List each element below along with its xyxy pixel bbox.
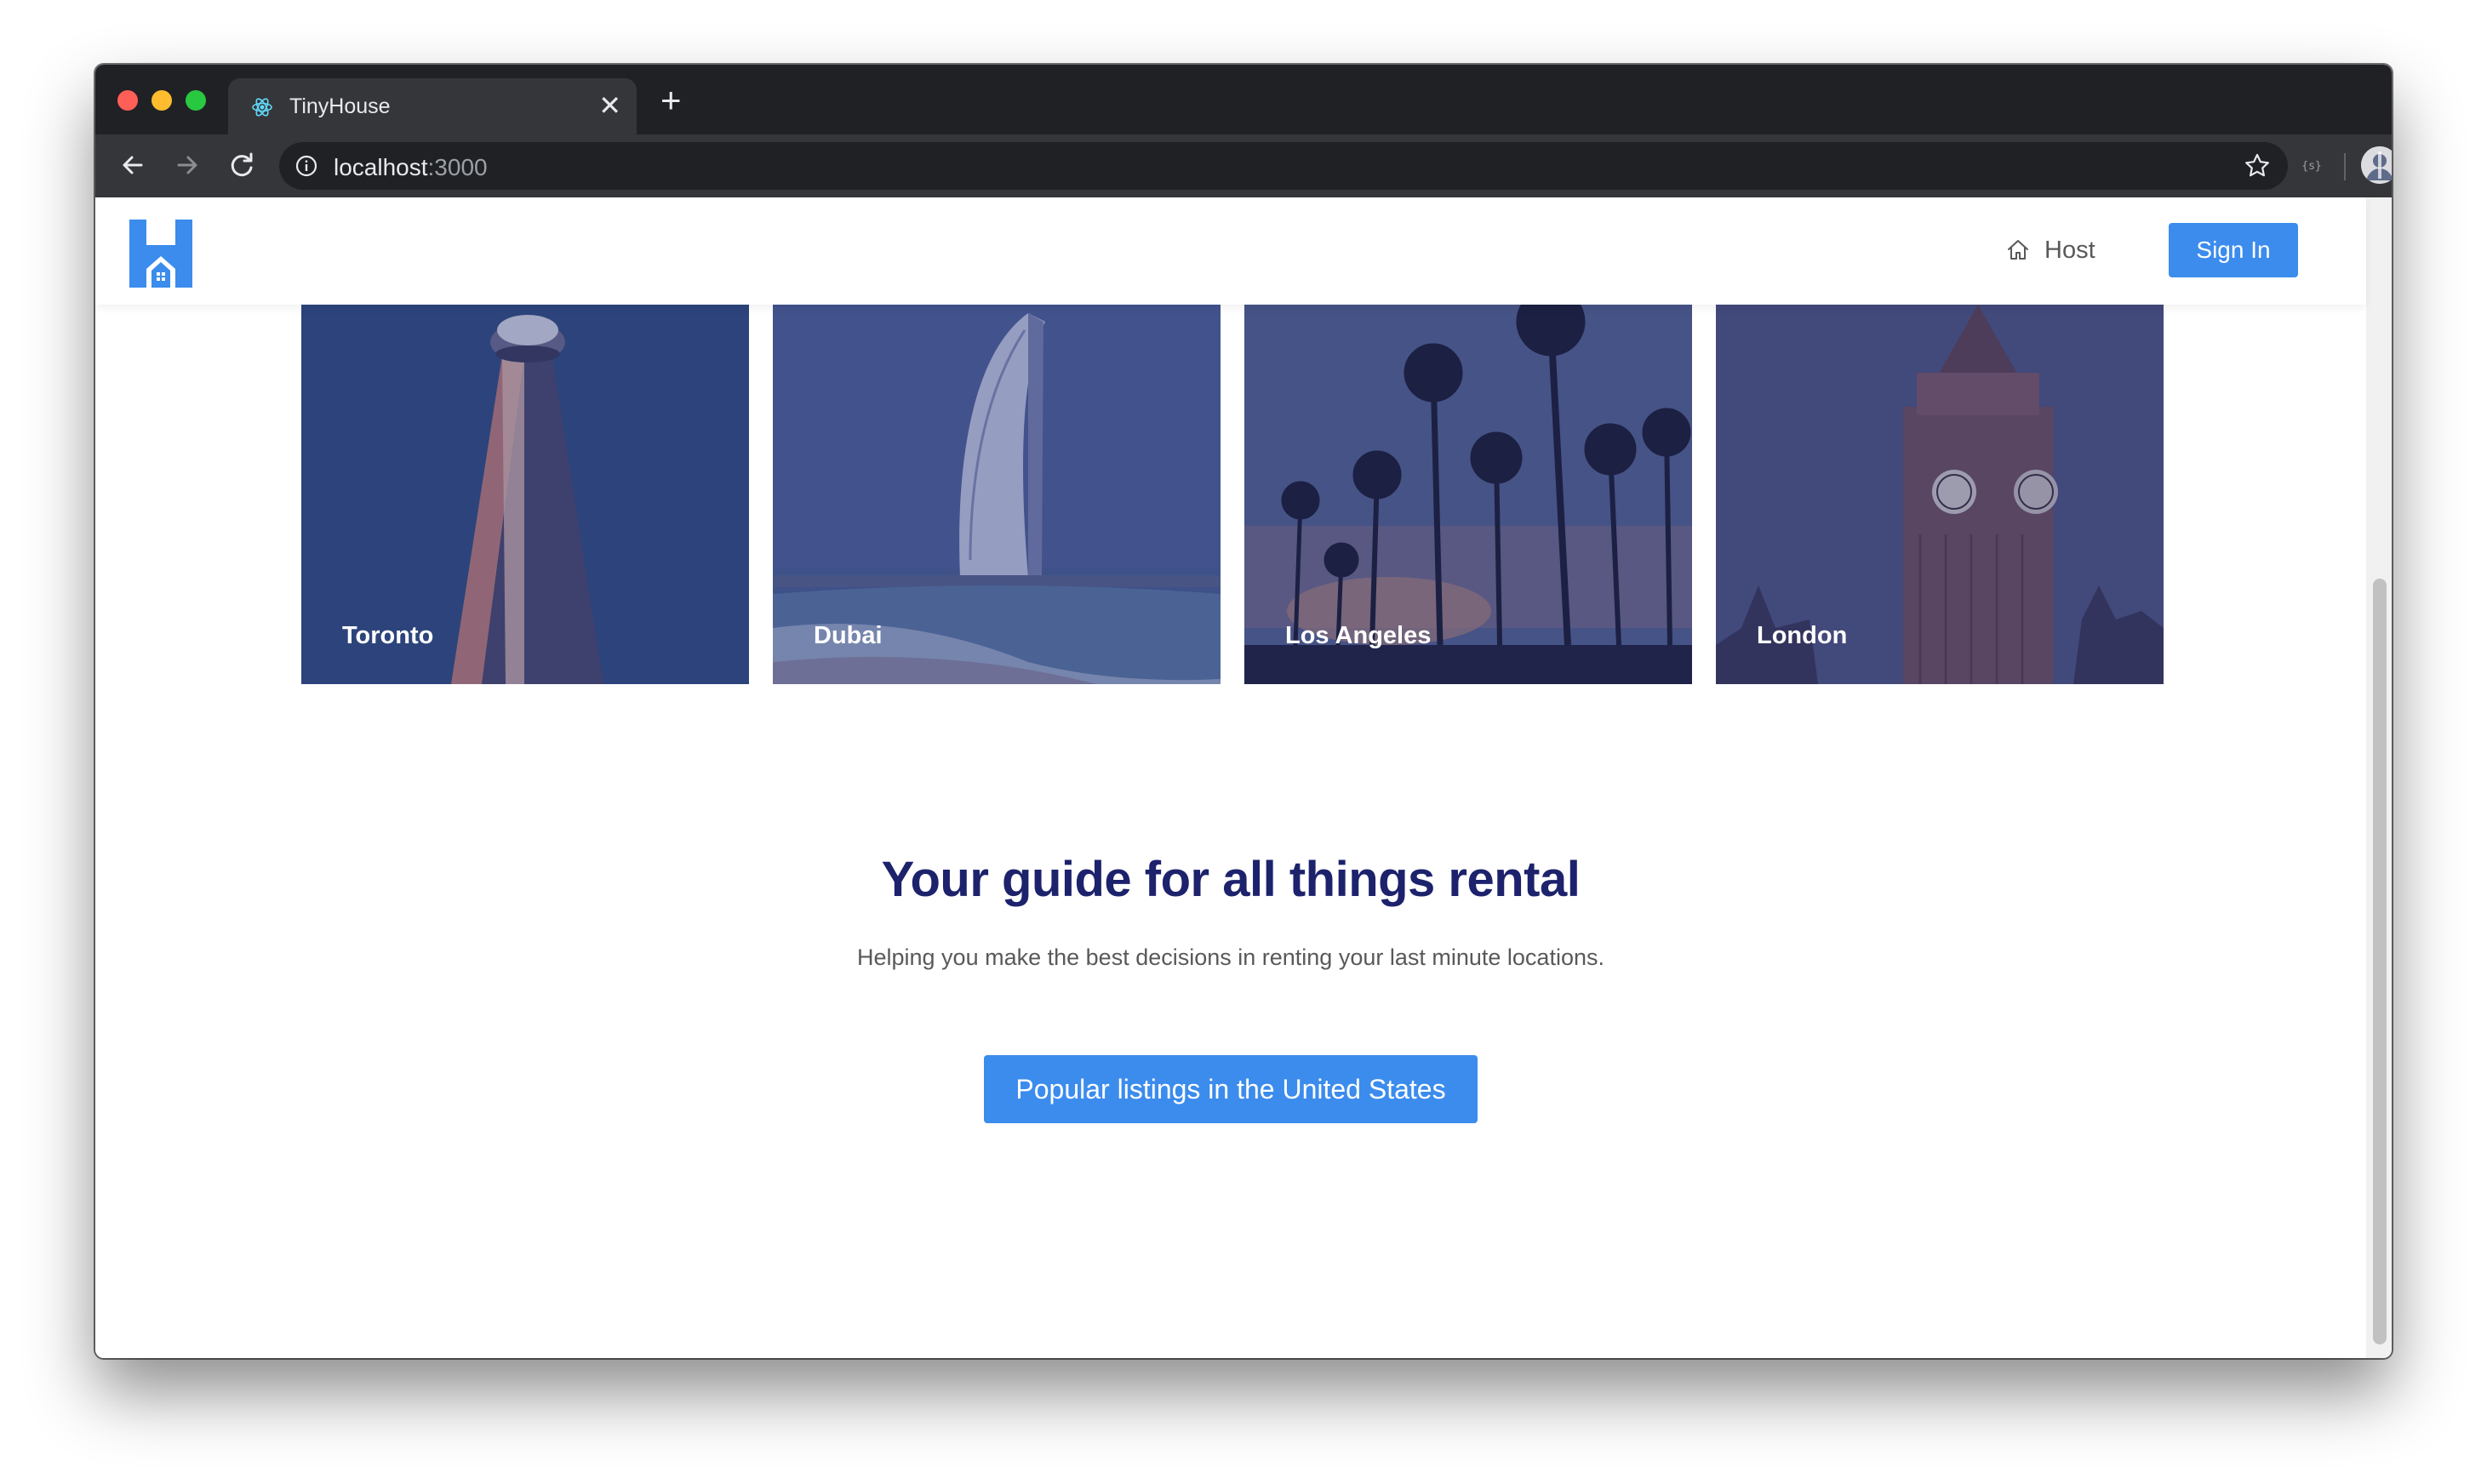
svg-text:{s}: {s} xyxy=(2301,160,2321,173)
tab-strip: TinyHouse ✕ + xyxy=(95,65,2392,134)
city-card-toronto[interactable]: Toronto xyxy=(301,305,749,684)
guide-subtitle: Helping you make the best decisions in r… xyxy=(857,945,1604,970)
guide-title: Your guide for all things rental xyxy=(881,852,1581,907)
page-viewport: Host Sign In Toronto Dubai Los Angeles L… xyxy=(95,197,2392,1358)
scrollbar-track[interactable] xyxy=(2366,197,2392,1358)
city-card-dubai[interactable]: Dubai xyxy=(773,305,1221,684)
profile-avatar[interactable] xyxy=(2361,146,2392,184)
toolbar-divider xyxy=(2344,153,2346,180)
host-link[interactable]: Host xyxy=(2005,231,2095,269)
tinyhouse-logo-icon[interactable] xyxy=(129,220,192,288)
tab-close-icon[interactable]: ✕ xyxy=(598,90,621,121)
browser-window: TinyHouse ✕ + localhost:3000 {s} Host Si… xyxy=(95,65,2392,1358)
tab-title: TinyHouse xyxy=(289,94,391,118)
home-icon xyxy=(2008,240,2028,260)
url-host: localhost xyxy=(334,154,428,180)
site-info-icon[interactable] xyxy=(294,154,318,178)
url-port: :3000 xyxy=(427,154,488,180)
url-text: localhost:3000 xyxy=(334,154,488,181)
city-card-london[interactable]: London xyxy=(1716,305,2164,684)
scrollbar-thumb[interactable] xyxy=(2373,579,2387,1344)
browser-tab[interactable]: TinyHouse ✕ xyxy=(228,78,637,134)
sign-in-button[interactable]: Sign In xyxy=(2169,223,2298,277)
city-label: London xyxy=(1757,622,1848,649)
popular-listings-button[interactable]: Popular listings in the United States xyxy=(984,1055,1478,1123)
maximize-window-button[interactable] xyxy=(186,90,206,111)
city-label: Dubai xyxy=(814,622,883,649)
city-label: Los Angeles xyxy=(1285,622,1432,649)
host-label: Host xyxy=(2044,236,2095,264)
app-header: Host Sign In xyxy=(95,197,2366,305)
city-cards: Toronto Dubai Los Angeles London xyxy=(301,305,2164,684)
city-label: Toronto xyxy=(342,622,434,649)
bookmark-star-icon[interactable] xyxy=(2244,152,2271,180)
forward-arrow-icon[interactable] xyxy=(169,146,206,184)
minimize-window-button[interactable] xyxy=(152,90,172,111)
extension-icon[interactable]: {s} xyxy=(2298,153,2325,177)
new-tab-icon[interactable]: + xyxy=(660,83,682,118)
reload-icon[interactable] xyxy=(223,146,260,184)
react-favicon-icon xyxy=(252,98,272,117)
browser-toolbar: localhost:3000 {s} xyxy=(95,134,2392,197)
city-card-los-angeles[interactable]: Los Angeles xyxy=(1244,305,1692,684)
close-window-button[interactable] xyxy=(117,90,138,111)
back-arrow-icon[interactable] xyxy=(114,146,152,184)
address-bar[interactable]: localhost:3000 xyxy=(279,142,2288,190)
